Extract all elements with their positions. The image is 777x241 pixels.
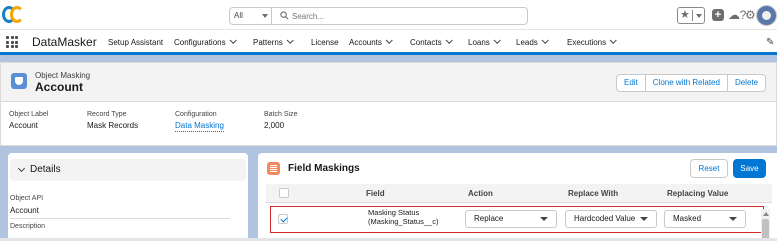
list-icon: [267, 162, 280, 175]
nav-item-executions[interactable]: Executions: [567, 36, 617, 48]
clone-with-related-button[interactable]: Clone with Related: [645, 74, 728, 92]
nav-item-contacts[interactable]: Contacts: [410, 36, 453, 48]
card-title: Field Maskings: [288, 163, 360, 174]
replace-with-select[interactable]: Hardcoded Value: [565, 210, 657, 228]
delete-button[interactable]: Delete: [727, 74, 767, 92]
app-launcher-icon[interactable]: [6, 36, 18, 48]
highlights-panel: Object Label Account Record Type Mask Re…: [0, 102, 777, 146]
chevron-down-icon: [493, 36, 501, 44]
edit-button[interactable]: Edit: [616, 74, 646, 92]
chevron-down-icon: [286, 36, 294, 44]
chevron-down-icon: [262, 14, 268, 18]
field-maskings-card: Field Maskings Reset Save Field Action R…: [258, 153, 777, 241]
nav-item-loans[interactable]: Loans: [468, 36, 501, 48]
field-label-object-api: Object API: [10, 195, 44, 202]
record-title: Account: [35, 80, 83, 94]
column-header-replacing-value: Replacing Value: [667, 189, 729, 198]
record-action-buttons: Edit Clone with Related Delete: [616, 74, 767, 92]
user-avatar[interactable]: [756, 5, 777, 26]
record-object-type: Object Masking: [35, 71, 91, 80]
chevron-down-icon: [541, 36, 549, 44]
nav-item-patterns[interactable]: Patterns: [253, 36, 294, 48]
app-name: DataMasker: [32, 35, 97, 49]
chevron-down-icon: [385, 36, 393, 44]
highlight-record-type: Record Type Mask Records: [87, 111, 139, 130]
field-label-description: Description: [10, 223, 46, 230]
global-create-icon[interactable]: +: [712, 9, 724, 21]
chevron-down-icon: [640, 217, 648, 221]
highlight-batch-size: Batch Size 2,000: [264, 111, 298, 130]
global-header: All ★ + ☁ ? ⚙♪: [0, 0, 777, 30]
table-header: Field Action Replace With Replacing Valu…: [266, 184, 772, 203]
chevron-down-icon: [729, 217, 737, 221]
divider: [10, 218, 230, 219]
favorites-dropdown-icon[interactable]: [696, 14, 702, 18]
edit-nav-pencil-icon[interactable]: ✎: [766, 37, 774, 48]
search-scope-select[interactable]: All: [230, 8, 272, 24]
object-masking-icon: [11, 73, 27, 89]
save-button[interactable]: Save: [733, 159, 766, 178]
record-header: Object Masking Account Edit Clone with R…: [0, 62, 777, 102]
table-row: Masking Status (Masking_Status__c) Repla…: [270, 206, 764, 233]
divider: [692, 10, 693, 21]
action-select[interactable]: Replace: [465, 210, 557, 228]
search-scope-label: All: [234, 11, 243, 20]
reset-button[interactable]: Reset: [690, 159, 728, 178]
configuration-link[interactable]: Data Masking: [175, 120, 224, 132]
field-value-object-api: Account: [10, 206, 39, 215]
favorites-button[interactable]: ★: [677, 7, 705, 24]
search-icon: [280, 11, 289, 20]
highlight-configuration: Configuration Data Masking: [175, 111, 224, 132]
nav-item-accounts[interactable]: Accounts: [349, 36, 393, 48]
chevron-down-icon: [17, 164, 26, 173]
replacing-value-select[interactable]: Masked: [664, 210, 746, 228]
chevron-down-icon: [445, 36, 453, 44]
row-checkbox[interactable]: [278, 214, 288, 224]
highlight-object-label: Object Label Account: [9, 111, 49, 130]
select-all-checkbox[interactable]: [279, 188, 289, 198]
app-logo[interactable]: [2, 6, 28, 24]
chevron-down-icon: [229, 36, 237, 44]
column-header-action: Action: [468, 189, 493, 198]
global-search: All: [229, 7, 528, 25]
scroll-up-icon[interactable]: [763, 212, 769, 216]
nav-item-leads[interactable]: Leads: [516, 36, 549, 48]
nav-item-configurations[interactable]: Configurations: [174, 36, 237, 48]
favorites-star-icon: ★: [680, 9, 690, 21]
table-scrollbar[interactable]: [761, 209, 770, 241]
setup-gear-icon[interactable]: ⚙: [745, 8, 756, 22]
chevron-down-icon: [540, 217, 548, 221]
app-nav-bar: DataMasker Setup Assistant Configuration…: [0, 30, 777, 55]
search-input[interactable]: [292, 9, 522, 23]
field-name: Masking Status (Masking_Status__c): [368, 208, 439, 226]
chevron-down-icon: [609, 36, 617, 44]
details-section-header[interactable]: Details: [10, 159, 246, 181]
nav-item-setup-assistant[interactable]: Setup Assistant: [108, 38, 163, 48]
nav-item-license[interactable]: License: [311, 38, 339, 48]
column-header-field: Field: [366, 189, 385, 198]
column-header-replace-with: Replace With: [568, 189, 619, 198]
